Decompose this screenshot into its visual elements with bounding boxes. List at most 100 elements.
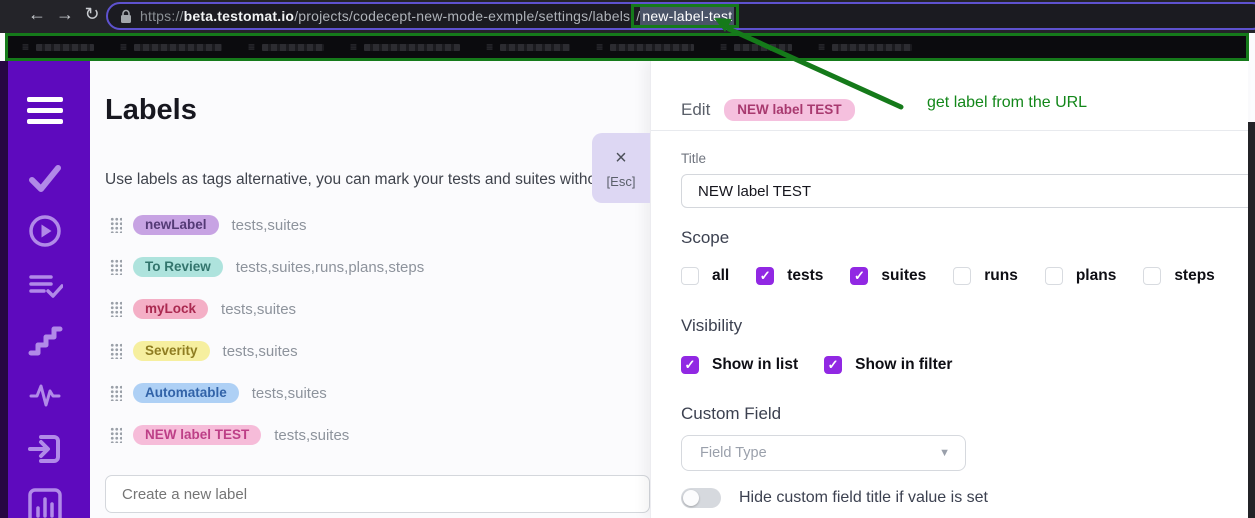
custom-field-section-label: Custom Field: [681, 404, 781, 424]
label-row: Severity tests,suites: [90, 337, 650, 365]
bookmark-item[interactable]: ≡: [22, 41, 94, 53]
back-icon[interactable]: ←: [25, 4, 49, 25]
play-icon[interactable]: [0, 213, 90, 249]
divider: [651, 130, 1248, 131]
checkbox-label: Show in filter: [855, 356, 952, 374]
drag-handle-icon[interactable]: [110, 343, 122, 359]
drag-handle-icon[interactable]: [110, 259, 122, 275]
url-selected-segment: new-label-test: [640, 7, 734, 25]
label-row: To Review tests,suites,runs,plans,steps: [90, 253, 650, 281]
browser-toolbar: ← → ↻ https://beta.testomat.io/projects/…: [0, 0, 1255, 33]
url-annotation-box: /new-label-test: [631, 4, 739, 28]
label-badge[interactable]: NEW label TEST: [133, 425, 261, 445]
checkbox-box[interactable]: ✓: [850, 267, 868, 285]
checkbox-box[interactable]: [1143, 267, 1161, 285]
url-domain: beta.testomat.io: [184, 8, 295, 24]
menu-icon[interactable]: [0, 97, 90, 124]
toggle-knob: [683, 490, 699, 506]
visibility-section-label: Visibility: [681, 316, 742, 336]
checkbox-label: Show in list: [712, 356, 798, 374]
reload-icon[interactable]: ↻: [80, 4, 104, 25]
hide-title-toggle-label: Hide custom field title if value is set: [739, 489, 988, 507]
page-title: Labels: [105, 94, 197, 127]
annotation-text: get label from the URL: [927, 94, 1087, 112]
lock-icon: [120, 9, 132, 24]
label-row: Automatabletests,suites: [90, 379, 650, 407]
url-path: /projects/codecept-new-mode-exmple/setti…: [294, 8, 630, 24]
scope-checkbox-tests[interactable]: ✓tests: [756, 267, 823, 285]
sign-in-icon[interactable]: [0, 431, 90, 467]
bookmark-text: [134, 44, 222, 51]
bookmark-item[interactable]: ≡: [720, 41, 792, 53]
drag-handle-icon[interactable]: [110, 385, 122, 401]
drag-handle-icon[interactable]: [110, 427, 122, 443]
bookmark-icon: ≡: [486, 41, 493, 53]
bookmark-item[interactable]: ≡: [350, 41, 460, 53]
visibility-checkbox-show-in-list[interactable]: ✓ Show in list: [681, 356, 798, 374]
scope-checkbox-plans[interactable]: plans: [1045, 267, 1116, 285]
bookmark-text: [262, 44, 324, 51]
bookmark-icon: ≡: [818, 41, 825, 53]
close-panel-button[interactable]: × [Esc]: [592, 133, 650, 203]
edit-heading: Edit: [681, 100, 710, 120]
close-icon[interactable]: ×: [592, 147, 650, 170]
chevron-down-icon: ▼: [939, 447, 950, 459]
sidebar: [0, 61, 90, 518]
app-window: Labels Use labels as tags alternative, y…: [0, 61, 1255, 518]
checkbox-box[interactable]: [953, 267, 971, 285]
visibility-checkbox-show-in-filter[interactable]: ✓ Show in filter: [824, 356, 952, 374]
create-label-input[interactable]: [105, 475, 650, 513]
checkbox-box[interactable]: ✓: [756, 267, 774, 285]
label-badge[interactable]: Severity: [133, 341, 210, 361]
bookmarks-bar: ≡ ≡ ≡ ≡ ≡ ≡ ≡ ≡: [5, 33, 1249, 61]
bookmark-item[interactable]: ≡: [596, 41, 694, 53]
scope-options: all ✓tests ✓suites runs plans steps: [681, 267, 1215, 285]
scope-checkbox-runs[interactable]: runs: [953, 267, 1018, 285]
scope-checkbox-steps[interactable]: steps: [1143, 267, 1215, 285]
checkbox-label: runs: [984, 267, 1018, 285]
bar-chart-icon[interactable]: [0, 486, 90, 518]
title-input[interactable]: [681, 174, 1255, 208]
field-type-select[interactable]: Field Type ▼: [681, 435, 966, 471]
bookmark-icon: ≡: [350, 41, 357, 53]
scope-checkbox-all[interactable]: all: [681, 267, 729, 285]
bookmark-item[interactable]: ≡: [248, 41, 324, 53]
url-bar[interactable]: https://beta.testomat.io/projects/codece…: [106, 2, 1255, 30]
label-scopes: tests,suites: [232, 217, 307, 234]
bookmark-item[interactable]: ≡: [818, 41, 912, 53]
checkbox-box[interactable]: [681, 267, 699, 285]
bookmark-item[interactable]: ≡: [120, 41, 222, 53]
drag-handle-icon[interactable]: [110, 217, 122, 233]
forward-icon[interactable]: →: [53, 4, 77, 25]
steps-icon[interactable]: [0, 324, 90, 358]
label-badge[interactable]: newLabel: [133, 215, 219, 235]
label-scopes: tests,suites,runs,plans,steps: [236, 259, 424, 276]
label-badge[interactable]: myLock: [133, 299, 208, 319]
bookmark-text: [364, 44, 460, 51]
screenshot-root: ← → ↻ https://beta.testomat.io/projects/…: [0, 0, 1255, 518]
checkbox-box[interactable]: ✓: [824, 356, 842, 374]
drag-handle-icon[interactable]: [110, 301, 122, 317]
checkbox-box[interactable]: ✓: [681, 356, 699, 374]
checkbox-label: plans: [1076, 267, 1116, 285]
field-type-placeholder: Field Type: [700, 445, 767, 461]
bookmark-icon: ≡: [720, 41, 727, 53]
bookmark-icon: ≡: [120, 41, 127, 53]
checkbox-box[interactable]: [1045, 267, 1063, 285]
scrollbar[interactable]: [1248, 122, 1255, 518]
activity-icon[interactable]: [0, 379, 90, 411]
list-check-icon[interactable]: [0, 269, 90, 303]
label-row: newLabel tests,suites: [90, 211, 650, 239]
bookmark-icon: ≡: [596, 41, 603, 53]
scope-checkbox-suites[interactable]: ✓suites: [850, 267, 926, 285]
bookmark-text: [734, 44, 792, 51]
hide-title-toggle[interactable]: [681, 488, 721, 508]
bookmark-icon: ≡: [248, 41, 255, 53]
esc-hint: [Esc]: [592, 174, 650, 189]
label-badge[interactable]: Automatable: [133, 383, 239, 403]
bookmark-item[interactable]: ≡: [486, 41, 570, 53]
check-icon[interactable]: [0, 161, 90, 195]
label-row: myLocktests,suites: [90, 295, 650, 323]
label-badge[interactable]: To Review: [133, 257, 223, 277]
label-scopes: tests,suites: [223, 343, 298, 360]
